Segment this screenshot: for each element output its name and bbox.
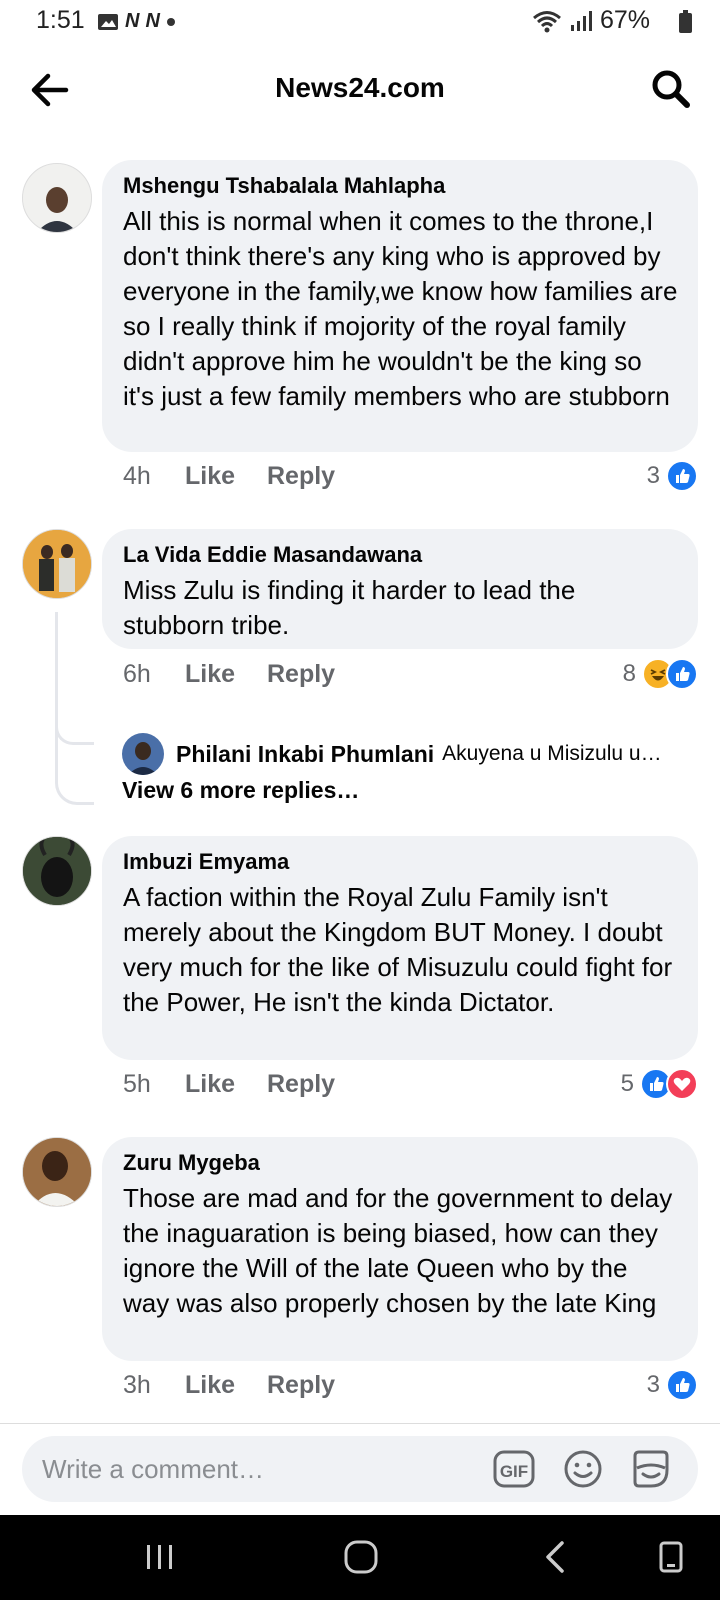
- image-icon: [98, 13, 118, 30]
- like-reaction-icon: [666, 1369, 698, 1401]
- back-icon: [546, 1541, 564, 1573]
- gif-icon: GIF: [493, 1450, 535, 1488]
- comment-bubble: La Vida Eddie Masandawana Miss Zulu is f…: [102, 529, 698, 649]
- comment-text: Miss Zulu is finding it harder to lead t…: [123, 575, 583, 640]
- comment-text: All this is normal when it comes to the …: [123, 206, 685, 411]
- comment-bubble: Imbuzi Emyama A faction within the Royal…: [102, 836, 698, 1060]
- like-button[interactable]: Like: [185, 1070, 267, 1099]
- system-back-button[interactable]: [535, 1537, 579, 1577]
- reactions-summary[interactable]: 8: [623, 658, 698, 690]
- system-nav-bar: [0, 1515, 720, 1600]
- comment-time: 4h: [123, 462, 151, 490]
- reply-avatar[interactable]: [122, 733, 164, 775]
- comment-text: A faction within the Royal Zulu Family i…: [123, 882, 687, 1017]
- reactions-summary[interactable]: 5: [621, 1068, 698, 1100]
- like-button[interactable]: Like: [185, 660, 267, 689]
- like-reaction-icon: [666, 658, 698, 690]
- reply-button[interactable]: Reply: [267, 462, 335, 491]
- status-time: 1:51: [36, 6, 85, 34]
- sticker-icon: [633, 1450, 669, 1488]
- battery-percent: 67%: [599, 6, 650, 34]
- emoji-icon: [564, 1450, 602, 1488]
- comment-composer: Write a comment… GIF: [0, 1423, 720, 1516]
- avatar[interactable]: [22, 1137, 92, 1207]
- sticker-button[interactable]: [629, 1448, 673, 1490]
- view-more-replies-link[interactable]: View 6 more replies…: [122, 777, 359, 804]
- screenshot-button[interactable]: [657, 1537, 701, 1577]
- comment-author[interactable]: Imbuzi Emyama: [123, 848, 678, 876]
- reply-button[interactable]: Reply: [267, 660, 335, 689]
- comment-bubble: Mshengu Tshabalala Mahlapha All this is …: [102, 160, 698, 452]
- recents-icon: [147, 1545, 172, 1569]
- app-header: News24.com: [0, 50, 720, 130]
- love-reaction-icon: [666, 1068, 698, 1100]
- avatar[interactable]: [22, 836, 92, 906]
- reply-text: Akuyena u Misizulu u…: [442, 742, 662, 765]
- status-right: 67%: [532, 6, 674, 35]
- search-icon: [652, 70, 690, 108]
- comment-bubble: Zuru Mygeba Those are mad and for the go…: [102, 1137, 698, 1361]
- n-icon: N: [125, 10, 140, 32]
- like-button[interactable]: Like: [185, 462, 267, 491]
- comment-time: 3h: [123, 1371, 151, 1399]
- reaction-count: 8: [622, 660, 636, 687]
- reply-preview[interactable]: Philani Inkabi Phumlani Akuyena u Misizu…: [122, 733, 662, 775]
- comment-text: Those are mad and for the government to …: [123, 1183, 680, 1318]
- reaction-count: 3: [646, 462, 660, 489]
- n-icon: N: [145, 10, 160, 32]
- status-bar: 1:51 N N 67%: [0, 0, 720, 44]
- battery-icon: [679, 10, 692, 33]
- wifi-icon: [532, 10, 561, 32]
- recents-button[interactable]: [138, 1537, 182, 1577]
- thread-connector: [55, 612, 94, 805]
- home-icon: [344, 1540, 378, 1574]
- comment-actions: 3h Like Reply: [123, 1371, 335, 1400]
- avatar[interactable]: [22, 529, 92, 599]
- comment-author[interactable]: Zuru Mygeba: [123, 1149, 678, 1177]
- reply-button[interactable]: Reply: [267, 1371, 335, 1400]
- reaction-count: 3: [646, 1371, 660, 1398]
- gif-button[interactable]: GIF: [492, 1448, 536, 1490]
- comment-time: 5h: [123, 1070, 151, 1098]
- reply-author[interactable]: Philani Inkabi Phumlani: [176, 741, 434, 768]
- reply-button[interactable]: Reply: [267, 1070, 335, 1099]
- reaction-count: 5: [620, 1070, 634, 1097]
- emoji-button[interactable]: [561, 1448, 605, 1490]
- comment-actions: 4h Like Reply: [123, 462, 335, 491]
- reactions-summary[interactable]: 3: [647, 460, 698, 492]
- comment-actions: 6h Like Reply: [123, 660, 335, 689]
- like-button[interactable]: Like: [185, 1371, 267, 1400]
- dot-icon: [166, 17, 175, 26]
- comment-input[interactable]: Write a comment… GIF: [22, 1436, 698, 1502]
- gif-label: GIF: [500, 1462, 528, 1481]
- avatar[interactable]: [22, 163, 92, 233]
- status-notification-icons: N N: [97, 10, 176, 33]
- screenshot-icon: [659, 1541, 683, 1573]
- home-button[interactable]: [339, 1537, 383, 1577]
- signal-icon: [570, 10, 592, 31]
- page-title: News24.com: [275, 72, 445, 103]
- comment-actions: 5h Like Reply: [123, 1070, 335, 1099]
- comment-author[interactable]: La Vida Eddie Masandawana: [123, 541, 678, 569]
- like-reaction-icon: [666, 460, 698, 492]
- search-button[interactable]: [650, 68, 692, 110]
- comment-time: 6h: [123, 660, 151, 688]
- comment-author[interactable]: Mshengu Tshabalala Mahlapha: [123, 172, 678, 200]
- reactions-summary[interactable]: 3: [647, 1369, 698, 1401]
- comment-input-placeholder: Write a comment…: [42, 1454, 265, 1484]
